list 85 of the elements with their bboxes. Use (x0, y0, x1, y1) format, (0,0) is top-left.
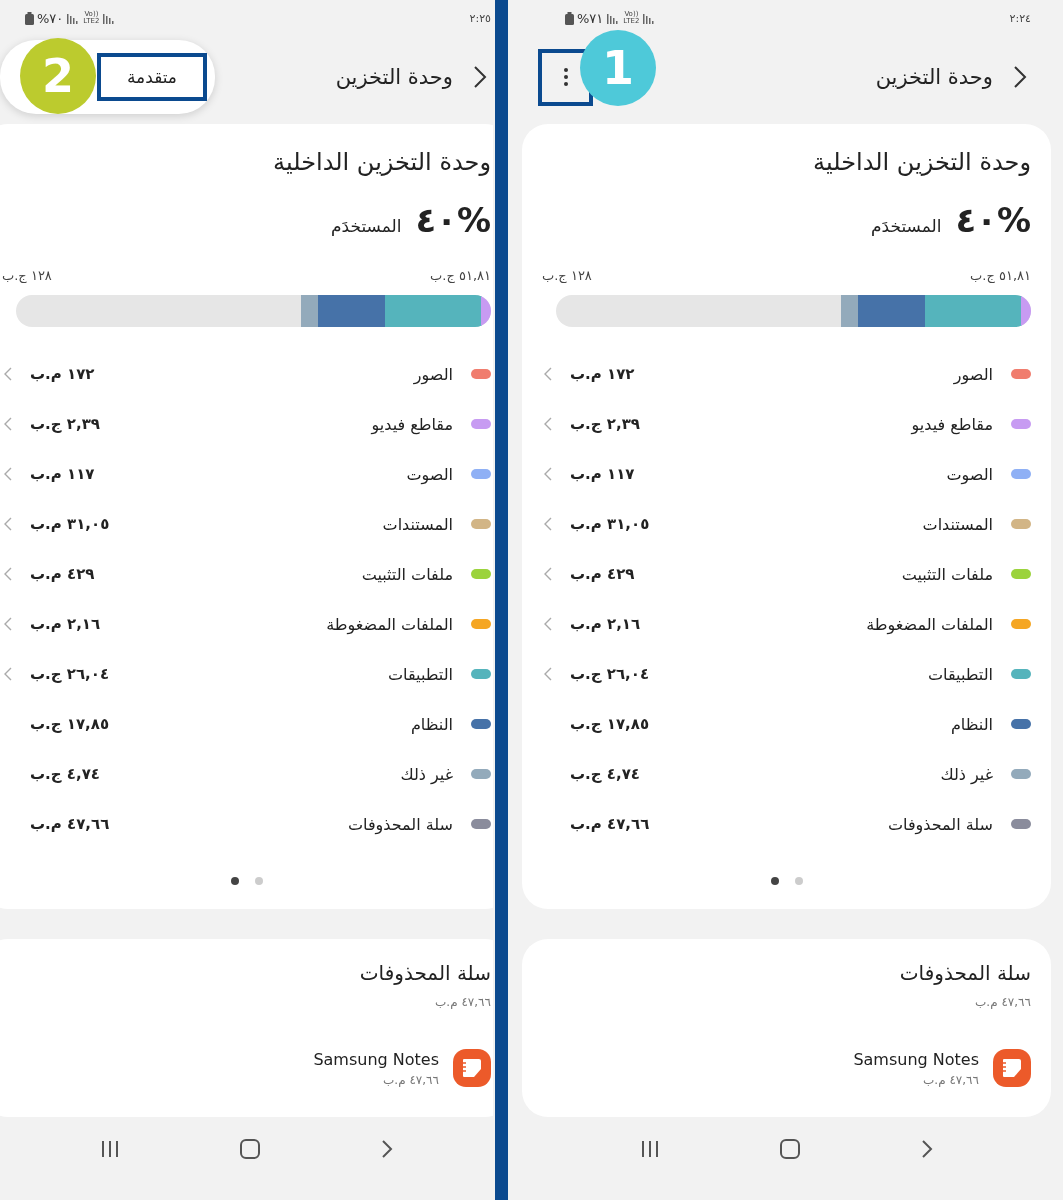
app-name[interactable]: Samsung Notes (313, 1049, 439, 1069)
notes-app-icon[interactable] (993, 1049, 1031, 1087)
page-title: وحدة التخزين (335, 65, 453, 89)
storage-title: وحدة التخزين الداخلية (272, 147, 491, 176)
signal-icon (642, 12, 657, 24)
used-label: المستخدَم (870, 216, 942, 236)
category-link[interactable]: الصوت (946, 464, 993, 484)
category-size: ٣١,٠٥ م.ب (570, 515, 650, 533)
category-size: ١٧٢ م.ب (570, 365, 635, 383)
category-size: ١٧,٨٥ ج.ب (570, 715, 650, 733)
category-label: النظام (950, 714, 993, 734)
step-badge: 1 (580, 30, 656, 106)
page-indicator[interactable] (230, 877, 239, 885)
category-size: ١٧,٨٥ ج.ب (30, 715, 110, 733)
battery-icon (565, 11, 574, 25)
category-size: ١١٧ م.ب (30, 465, 95, 483)
category-size: ٤,٧٤ ج.ب (30, 765, 100, 783)
home-icon[interactable] (779, 1137, 802, 1160)
category-size: ٢,٣٩ ج.ب (30, 415, 100, 433)
app-name[interactable]: Samsung Notes (853, 1049, 979, 1069)
category-link[interactable]: التطبيقات (388, 664, 453, 684)
category-link[interactable]: الصور (953, 364, 993, 384)
back-icon[interactable] (473, 65, 487, 89)
category-size: ٢,١٦ م.ب (30, 615, 101, 633)
used-percent: ٤٠% (415, 200, 491, 240)
category-link[interactable]: الصور (413, 364, 453, 384)
category-link[interactable]: ملفات التثبيت (361, 564, 453, 584)
category-size: ٤٢٩ م.ب (30, 565, 95, 583)
category-link[interactable]: الملفات المضغوطة (866, 614, 993, 634)
recents-icon[interactable] (639, 1139, 660, 1158)
status-time: ٢:٢٤ (1009, 11, 1031, 25)
category-link[interactable]: الصوت (406, 464, 453, 484)
category-size: ٤٧,٦٦ م.ب (570, 815, 650, 833)
used-percent: ٤٠% (955, 200, 1031, 240)
back-icon[interactable] (1013, 65, 1027, 89)
total-capacity: ١٢٨ ج.ب (2, 268, 52, 283)
category-size: ٢,٣٩ ج.ب (570, 415, 640, 433)
category-link[interactable]: التطبيقات (928, 664, 993, 684)
category-link[interactable]: المستندات (382, 514, 453, 534)
category-size: ٢٦,٠٤ ج.ب (570, 665, 650, 683)
signal-icon (102, 12, 117, 24)
battery-icon (25, 11, 34, 25)
trash-size: ٤٧,٦٦ م.ب (974, 995, 1031, 1009)
app-size: ٤٧,٦٦ م.ب (383, 1072, 439, 1087)
category-size: ٢,١٦ م.ب (570, 615, 641, 633)
status-time: ٢:٢٥ (469, 11, 491, 25)
category-link[interactable]: ملفات التثبيت (901, 564, 993, 584)
category-label: غير ذلك (940, 764, 993, 784)
used-label: المستخدَم (330, 216, 402, 236)
page-title: وحدة التخزين (875, 65, 993, 89)
signal-icon (606, 12, 621, 24)
category-size: ٣١,٠٥ م.ب (30, 515, 110, 533)
battery-percent: %٧٠ (37, 10, 64, 26)
category-size: ١١٧ م.ب (570, 465, 635, 483)
category-link[interactable]: مقاطع فيديو (371, 414, 453, 434)
category-label: غير ذلك (400, 764, 453, 784)
back-icon[interactable] (381, 1138, 394, 1159)
category-size: ٤,٧٤ ج.ب (570, 765, 640, 783)
category-label: سلة المحذوفات (888, 814, 993, 834)
category-link[interactable]: المستندات (922, 514, 993, 534)
page-indicator[interactable] (770, 877, 779, 885)
more-options-icon[interactable] (562, 67, 569, 87)
storage-title: وحدة التخزين الداخلية (812, 147, 1031, 176)
trash-title: سلة المحذوفات (358, 961, 491, 985)
category-size: ٤٢٩ م.ب (570, 565, 635, 583)
recents-icon[interactable] (99, 1139, 120, 1158)
category-size: ٤٧,٦٦ م.ب (30, 815, 110, 833)
home-icon[interactable] (239, 1137, 262, 1160)
total-capacity: ١٢٨ ج.ب (542, 268, 592, 283)
app-size: ٤٧,٦٦ م.ب (923, 1072, 979, 1087)
trash-size: ٤٧,٦٦ م.ب (434, 995, 491, 1009)
back-icon[interactable] (921, 1138, 934, 1159)
notes-app-icon[interactable] (453, 1049, 491, 1087)
category-link[interactable]: الملفات المضغوطة (326, 614, 453, 634)
menu-item[interactable]: متقدمة (97, 53, 207, 101)
battery-percent: %٧١ (577, 10, 604, 26)
category-link[interactable]: مقاطع فيديو (911, 414, 993, 434)
used-amount: ٥١,٨١ ج.ب (970, 268, 1031, 283)
used-amount: ٥١,٨١ ج.ب (430, 268, 491, 283)
trash-title: سلة المحذوفات (898, 961, 1031, 985)
category-size: ٢٦,٠٤ ج.ب (30, 665, 110, 683)
signal-icon (66, 12, 81, 24)
category-size: ١٧٢ م.ب (30, 365, 95, 383)
category-label: النظام (410, 714, 453, 734)
category-label: سلة المحذوفات (348, 814, 453, 834)
